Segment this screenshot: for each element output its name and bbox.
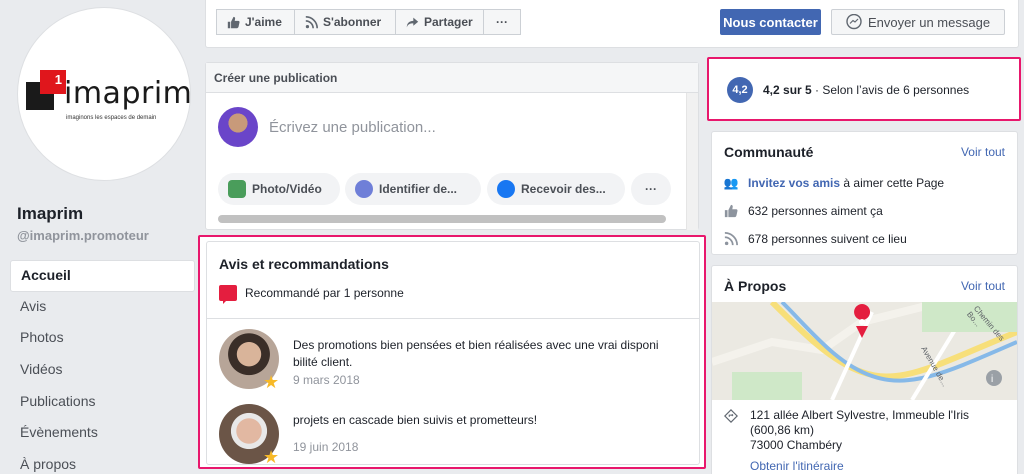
photo-icon xyxy=(228,180,246,198)
tag-people-label: Identifier de... xyxy=(379,182,458,196)
people-icon: 👥 xyxy=(723,176,739,190)
logo-wordmark: imaprim xyxy=(64,76,193,111)
star-icon: ★ xyxy=(263,447,280,467)
logo-tagline: imaginons les espaces de demain xyxy=(66,115,157,121)
review-date[interactable]: 9 mars 2018 xyxy=(293,373,360,387)
address-line-3: 73000 Chambéry xyxy=(750,438,843,452)
more-actions-button[interactable]: ··· xyxy=(483,9,521,35)
reviews-card: Avis et recommandations Recommandé par 1… xyxy=(206,241,700,468)
page-action-bar: J'aime S'abonner Partager ··· Nous conta… xyxy=(205,0,1019,48)
user-avatar[interactable] xyxy=(218,107,258,147)
location-map[interactable]: i Chemin des Bo... Avenue de... xyxy=(712,302,1017,400)
rating-text: 4,2 sur 5 · Selon l’avis de 6 personnes xyxy=(763,83,969,97)
page-nav: Accueil Avis Photos Vidéos Publications … xyxy=(10,260,195,474)
imaprim-logo: 1 imaprim imaginons les espaces de demai… xyxy=(26,70,192,130)
subscribe-label: S'abonner xyxy=(323,15,382,29)
nav-item-a-propos[interactable]: À propos xyxy=(10,450,195,474)
rating-summary: 4,2 4,2 sur 5 · Selon l’avis de 6 person… xyxy=(707,57,1021,121)
recommendation-summary: Recommandé par 1 personne xyxy=(219,285,404,304)
recommendation-icon xyxy=(219,285,237,304)
location-icon xyxy=(724,409,738,423)
invite-friends-row: 👥 Invitez vos amis à aimer cette Page xyxy=(723,176,945,190)
share-button[interactable]: Partager xyxy=(395,9,484,35)
nav-item-avis[interactable]: Avis xyxy=(10,292,195,324)
send-message-button[interactable]: Envoyer un message xyxy=(831,9,1005,35)
page-handle: @imaprim.promoteur xyxy=(17,228,149,243)
divider xyxy=(207,318,699,319)
rating-badge: 4,2 xyxy=(727,77,753,103)
compose-post-input[interactable]: Écrivez une publication... xyxy=(269,119,436,136)
rss-icon xyxy=(724,232,738,246)
like-button[interactable]: J'aime xyxy=(216,9,295,35)
create-post-card: Créer une publication Écrivez une public… xyxy=(205,62,699,230)
nav-item-publications[interactable]: Publications xyxy=(10,387,195,419)
nav-item-videos[interactable]: Vidéos xyxy=(10,355,195,387)
reviews-highlight: Avis et recommandations Recommandé par 1… xyxy=(198,235,706,469)
messenger-icon xyxy=(846,14,862,30)
photo-video-button[interactable]: Photo/Vidéo xyxy=(218,173,340,205)
address-line-2: (600,86 km) xyxy=(750,423,815,437)
horizontal-scrollbar[interactable] xyxy=(218,215,666,223)
messenger-bubble-icon xyxy=(497,180,515,198)
address-line-1: 121 allée Albert Sylvestre, Immeuble l'I… xyxy=(750,408,970,422)
receive-messages-label: Recevoir des... xyxy=(521,182,606,196)
reviews-title[interactable]: Avis et recommandations xyxy=(219,256,389,272)
vertical-scrollbar[interactable] xyxy=(686,93,698,230)
nav-item-accueil[interactable]: Accueil xyxy=(10,260,195,292)
invite-rest: à aimer cette Page xyxy=(840,176,945,190)
tag-people-button[interactable]: Identifier de... xyxy=(345,173,481,205)
nav-item-photos[interactable]: Photos xyxy=(10,323,195,355)
review-date[interactable]: 19 juin 2018 xyxy=(293,440,358,454)
review-text: Des promotions bien pensées et bien réal… xyxy=(293,338,659,369)
subscribe-button[interactable]: S'abonner xyxy=(294,9,396,35)
share-arrow-icon xyxy=(406,17,419,27)
more-dots-icon: ··· xyxy=(645,182,657,196)
about-card: À Propos Voir tout i Chemin des Bo... Av… xyxy=(711,265,1018,474)
rating-score: 4,2 sur 5 xyxy=(763,83,812,97)
thumbs-up-icon xyxy=(227,16,240,28)
review-text: projets en cascade bien suivis et promet… xyxy=(293,413,538,427)
likes-row: 632 personnes aiment ça xyxy=(724,204,883,218)
community-title: Communauté xyxy=(724,144,814,160)
nav-item-evenements[interactable]: Évènements xyxy=(10,418,195,450)
community-card: Communauté Voir tout 👥 Invitez vos amis … xyxy=(711,131,1018,255)
more-dots-icon: ··· xyxy=(496,15,508,29)
likes-count: 632 personnes aiment ça xyxy=(748,204,883,218)
photo-video-label: Photo/Vidéo xyxy=(252,182,322,196)
svg-text:i: i xyxy=(991,374,993,385)
rating-detail: · Selon l’avis de 6 personnes xyxy=(811,83,970,97)
rss-icon xyxy=(305,15,318,28)
community-see-all-link[interactable]: Voir tout xyxy=(961,145,1005,159)
invite-friends-link[interactable]: Invitez vos amis xyxy=(748,176,840,190)
recommendation-count: Recommandé par 1 personne xyxy=(245,286,404,300)
get-directions-link[interactable]: Obtenir l'itinéraire xyxy=(750,459,844,473)
followers-row: 678 personnes suivent ce lieu xyxy=(724,232,907,246)
star-icon: ★ xyxy=(263,372,280,392)
invite-text: Invitez vos amis à aimer cette Page xyxy=(748,176,944,190)
logo-red-square: 1 xyxy=(40,70,66,94)
create-post-title: Créer une publication xyxy=(206,63,698,93)
about-see-all-link[interactable]: Voir tout xyxy=(961,279,1005,293)
tag-person-icon xyxy=(355,180,373,198)
send-message-label: Envoyer un message xyxy=(867,14,991,30)
page-title[interactable]: Imaprim xyxy=(17,204,83,224)
receive-messages-button[interactable]: Recevoir des... xyxy=(487,173,625,205)
share-label: Partager xyxy=(424,15,473,29)
review-item: ★ projets en cascade bien suivis et prom… xyxy=(219,404,689,468)
contact-us-button[interactable]: Nous contacter xyxy=(720,9,821,35)
address: 121 allée Albert Sylvestre, Immeuble l'I… xyxy=(750,408,969,453)
review-item: ★ Des promotions bien pensées et bien ré… xyxy=(219,329,689,399)
like-label: J'aime xyxy=(245,15,282,29)
more-post-options-button[interactable]: ··· xyxy=(631,173,671,205)
followers-count: 678 personnes suivent ce lieu xyxy=(748,232,907,246)
thumbs-up-icon xyxy=(724,204,738,218)
about-title: À Propos xyxy=(724,278,787,294)
